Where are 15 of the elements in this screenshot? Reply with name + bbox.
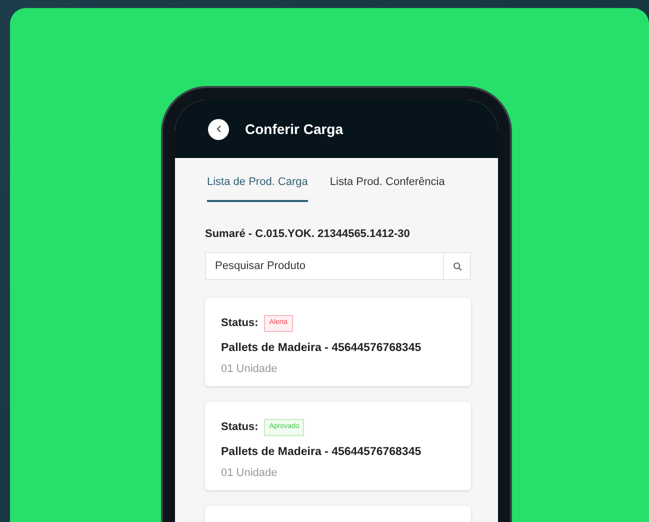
search-button[interactable] bbox=[443, 252, 471, 280]
status-label: Status: bbox=[221, 420, 258, 435]
product-quantity: 01 Unidade bbox=[221, 362, 278, 377]
back-button[interactable] bbox=[208, 118, 229, 140]
product-quantity: 01 Unidade bbox=[221, 466, 278, 481]
tab[interactable]: Lista de Prod. Carga bbox=[207, 170, 308, 202]
chevron-left-icon bbox=[216, 125, 222, 133]
search-field[interactable]: Pesquisar Produto bbox=[205, 252, 443, 280]
tab[interactable]: Lista Prod. Conferência bbox=[330, 170, 445, 202]
load-code: Sumaré - C.015.YOK. 21344565.1412-30 bbox=[205, 226, 411, 242]
status-label: Status: bbox=[221, 316, 258, 331]
product-name: Pallets de Madeira - 45644576768345 bbox=[221, 444, 422, 460]
product-name: Pallets de Madeira - 45644576768345 bbox=[221, 340, 422, 356]
search-icon bbox=[452, 262, 462, 270]
screen-title: Conferir Carga bbox=[245, 120, 344, 139]
